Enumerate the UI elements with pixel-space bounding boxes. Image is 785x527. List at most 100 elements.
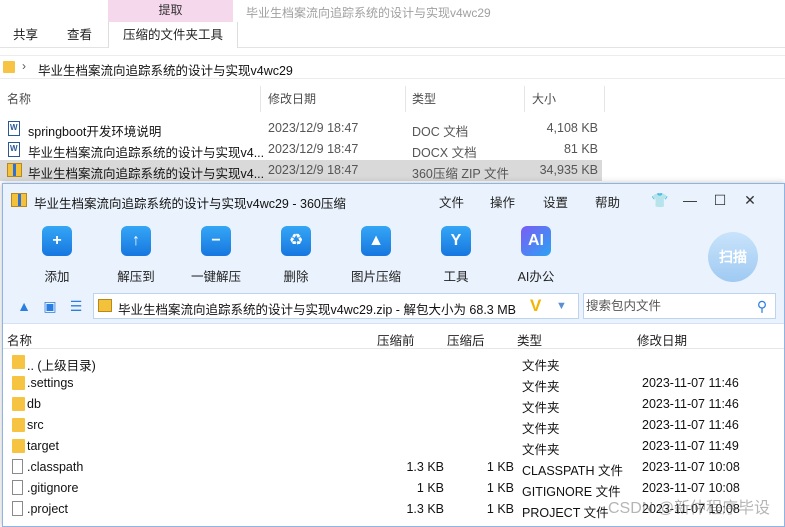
archive-row[interactable]: .. (上级目录) 文件夹 <box>3 352 784 373</box>
entry-type: 文件夹 <box>522 422 560 436</box>
tab-compressed-folder-tools[interactable]: 压缩的文件夹工具 <box>108 22 239 48</box>
menu-help[interactable]: 帮助 <box>595 192 620 211</box>
folder-icon <box>12 439 25 453</box>
entry-size-after: 1 KB <box>486 481 514 495</box>
entry-name: .project <box>27 502 68 516</box>
tools-button[interactable]: Y 工具 <box>421 222 491 286</box>
archive-path-field[interactable]: 毕业生档案流向追踪系统的设计与实现v4wc29.zip - 解包大小为 68.3… <box>93 293 579 319</box>
close-button[interactable]: ✕ <box>740 190 760 210</box>
column-size[interactable]: 大小 <box>532 90 556 107</box>
extract-context-tab[interactable]: 提取 <box>108 0 233 22</box>
column-divider[interactable] <box>604 86 605 112</box>
up-directory-icon[interactable]: ▲ <box>15 297 33 315</box>
column-divider[interactable] <box>524 86 525 112</box>
toolbar-label: 工具 <box>443 270 469 284</box>
archive-row[interactable]: .settings 文件夹 2023-11-07 11:46 <box>3 373 784 394</box>
image-compress-button[interactable]: ▲ 图片压缩 <box>341 222 411 286</box>
image-compress-icon: ▲ <box>361 226 391 256</box>
file-type: 360压缩 ZIP 文件 <box>412 167 510 181</box>
zip360-titlebar[interactable]: 毕业生档案流向追踪系统的设计与实现v4wc29 - 360压缩 文件 操作 设置… <box>3 184 784 218</box>
entry-name: .classpath <box>27 460 84 474</box>
file-size: 4,108 KB <box>546 121 598 135</box>
archive-path-text: 毕业生档案流向追踪系统的设计与实现v4wc29.zip - 解包大小为 68.3… <box>118 303 516 317</box>
column-divider[interactable] <box>405 86 406 112</box>
entry-type: GITIGNORE 文件 <box>522 485 621 499</box>
tab-share[interactable]: 共享 <box>13 22 38 48</box>
add-button[interactable]: + 添加 <box>22 222 92 286</box>
file-icon <box>12 459 23 474</box>
column-modified[interactable]: 修改日期 <box>268 90 316 107</box>
file-row[interactable]: springboot开发环境说明 2023/12/9 18:47 DOC 文档 … <box>0 118 602 139</box>
entry-type: 文件夹 <box>522 359 560 373</box>
skin-icon[interactable]: 👕 <box>650 190 670 210</box>
entry-date: 2023-11-07 10:08 <box>642 460 740 474</box>
menu-file[interactable]: 文件 <box>439 192 464 211</box>
archive-row[interactable]: target 文件夹 2023-11-07 11:49 <box>3 436 784 457</box>
delete-button[interactable]: ♻ 删除 <box>261 222 331 286</box>
file-type: DOCX 文档 <box>412 146 477 160</box>
folder-icon <box>12 376 25 390</box>
column-type[interactable]: 类型 <box>517 330 542 349</box>
file-date: 2023/12/9 18:47 <box>268 142 359 156</box>
column-name[interactable]: 名称 <box>7 90 31 107</box>
thumbnail-view-icon[interactable]: ▣ <box>41 297 59 315</box>
folder-icon <box>3 61 15 73</box>
column-divider[interactable] <box>260 86 261 112</box>
chevron-down-icon[interactable]: ▼ <box>556 300 567 312</box>
toolbar-label: AI办公 <box>517 270 555 284</box>
tab-view[interactable]: 查看 <box>67 22 92 48</box>
ai-office-button[interactable]: AI AI办公 <box>501 222 571 286</box>
list-view-icon[interactable]: ☰ <box>67 297 85 315</box>
search-box[interactable]: ⚲ <box>583 293 776 319</box>
archive-row[interactable]: src 文件夹 2023-11-07 11:46 <box>3 415 784 436</box>
archive-row[interactable]: .classpath 1.3 KB 1 KB CLASSPATH 文件 2023… <box>3 457 784 478</box>
scan-button[interactable]: 扫描 <box>708 232 758 282</box>
zip-archive-icon <box>7 163 22 177</box>
zip360-toolbar: + 添加 ↑ 解压到 − 一键解压 ♻ 删除 ▲ 图片压缩 Y 工具 AI AI… <box>3 218 784 288</box>
file-size: 34,935 KB <box>539 163 598 177</box>
ai-office-icon: AI <box>521 226 551 256</box>
column-name[interactable]: 名称 <box>7 330 32 349</box>
archive-list-header: 名称 压缩前 压缩后 类型 修改日期 <box>3 325 784 349</box>
archive-row[interactable]: db 文件夹 2023-11-07 11:46 <box>3 394 784 415</box>
zip360-logo-icon <box>11 193 27 207</box>
minimize-button[interactable]: — <box>680 190 700 210</box>
entry-name: src <box>27 418 44 432</box>
ribbon-tabs: 共享 查看 压缩的文件夹工具 <box>0 22 785 48</box>
folder-icon <box>12 397 25 411</box>
column-modified[interactable]: 修改日期 <box>637 330 687 349</box>
menu-operate[interactable]: 操作 <box>490 192 515 211</box>
file-date: 2023/12/9 18:47 <box>268 121 359 135</box>
breadcrumb[interactable]: 毕业生档案流向追踪系统的设计与实现v4wc29 <box>38 60 293 79</box>
maximize-button[interactable]: ☐ <box>710 190 730 210</box>
one-click-extract-icon: − <box>201 226 231 256</box>
entry-date: 2023-11-07 11:46 <box>642 376 739 390</box>
search-icon[interactable]: ⚲ <box>753 297 771 315</box>
search-input[interactable] <box>586 297 746 315</box>
entry-size-before: 1 KB <box>416 481 444 495</box>
folder-icon <box>12 418 25 432</box>
menu-settings[interactable]: 设置 <box>543 192 568 211</box>
entry-name: .settings <box>27 376 74 390</box>
entry-type: 文件夹 <box>522 401 560 415</box>
toolbar-label: 删除 <box>283 270 309 284</box>
file-type: DOC 文档 <box>412 125 469 139</box>
file-row-selected[interactable]: 毕业生档案流向追踪系统的设计与实现v4... 2023/12/9 18:47 3… <box>0 160 602 181</box>
address-bar[interactable]: › 毕业生档案流向追踪系统的设计与实现v4wc29 <box>0 55 785 79</box>
entry-size-after: 1 KB <box>486 460 514 474</box>
column-type[interactable]: 类型 <box>412 90 436 107</box>
ribbon-context-bar: 提取 毕业生档案流向追踪系统的设计与实现v4wc29 <box>0 0 785 22</box>
file-row[interactable]: 毕业生档案流向追踪系统的设计与实现v4... 2023/12/9 18:47 D… <box>0 139 602 160</box>
entry-date: 2023-11-07 10:08 <box>642 481 740 495</box>
one-click-extract-button[interactable]: − 一键解压 <box>181 222 251 286</box>
entry-type: CLASSPATH 文件 <box>522 464 623 478</box>
column-compressed-after[interactable]: 压缩后 <box>447 330 485 349</box>
entry-date: 2023-11-07 11:46 <box>642 418 739 432</box>
toolbar-label: 图片压缩 <box>350 270 401 284</box>
extract-to-button[interactable]: ↑ 解压到 <box>101 222 171 286</box>
entry-size-after: 1 KB <box>486 502 514 516</box>
watermark: CSDN @新仲程序毕设 <box>607 500 770 517</box>
column-compressed-before[interactable]: 压缩前 <box>377 330 415 349</box>
word-doc-icon <box>8 142 20 157</box>
chevron-right-icon[interactable]: › <box>22 59 26 73</box>
